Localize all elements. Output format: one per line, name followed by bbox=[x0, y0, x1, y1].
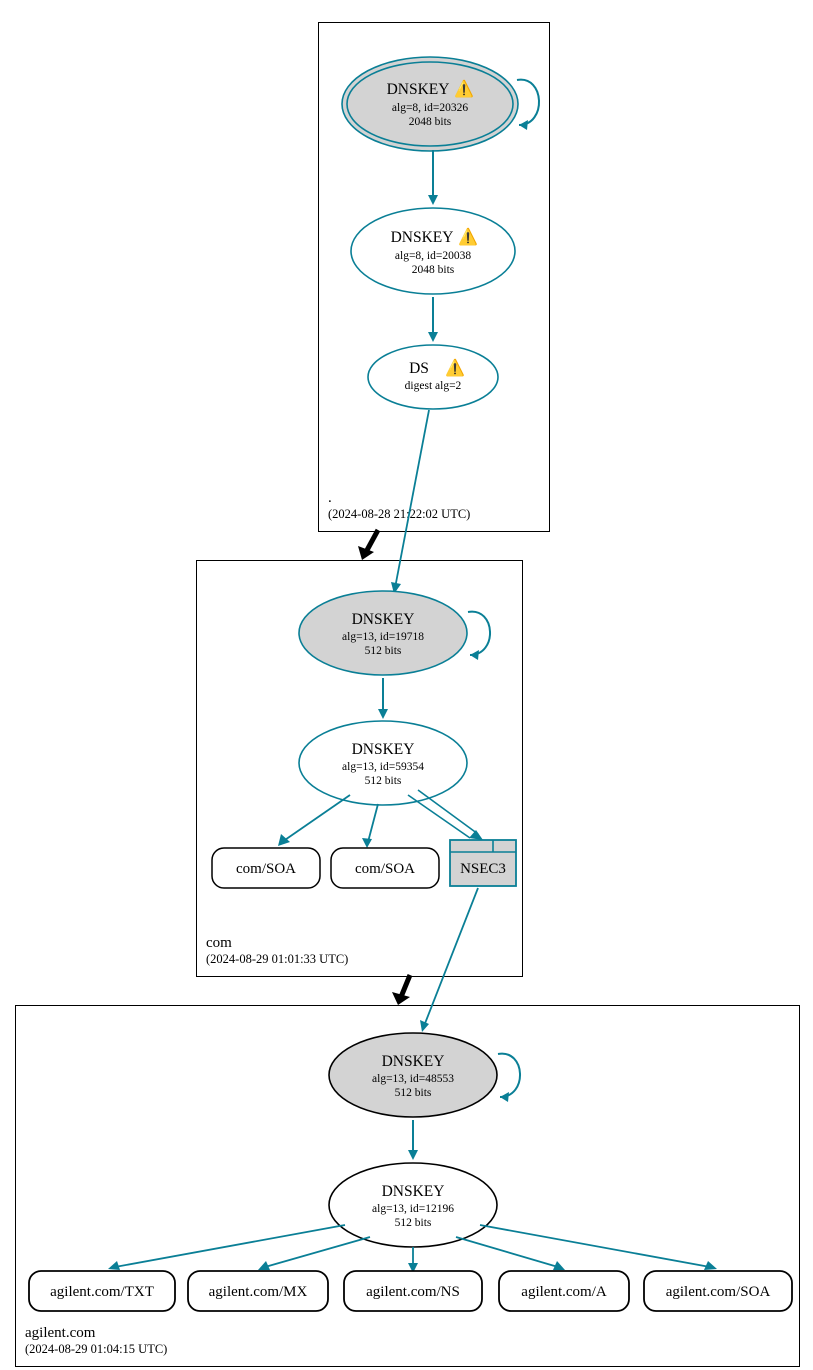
node-agilent-ksk: DNSKEY alg=13, id=48553 512 bits bbox=[326, 1030, 500, 1120]
edge-rootzsk-ds bbox=[426, 297, 440, 345]
node-agilent-ns: agilent.com/NS bbox=[343, 1270, 483, 1312]
node-com-nsec3: NSEC3 bbox=[449, 839, 519, 889]
edge-delegation-root-com bbox=[350, 530, 390, 568]
edge-nsec3-agilentksk bbox=[410, 888, 490, 1038]
zone-timestamp-agilent: (2024-08-29 01:04:15 UTC) bbox=[25, 1342, 167, 1357]
edge-ds-comksk bbox=[385, 410, 445, 600]
com-nsec3-label: NSEC3 bbox=[460, 861, 506, 877]
edge-comksk-comzsk bbox=[376, 678, 390, 723]
self-loop-com-ksk bbox=[458, 603, 506, 667]
edge-delegation-com-agilent bbox=[385, 975, 425, 1013]
self-loop-root-ksk bbox=[505, 70, 555, 140]
root-ds-line1: digest alg=2 bbox=[405, 380, 462, 392]
agilent-ksk-line1: alg=13, id=48553 bbox=[372, 1073, 454, 1085]
com-ksk-line2: 512 bits bbox=[365, 645, 402, 657]
edge-agilentksk-agilentzsk bbox=[406, 1120, 420, 1164]
agilent-ksk-title: DNSKEY bbox=[382, 1053, 445, 1070]
node-agilent-a: agilent.com/A bbox=[498, 1270, 630, 1312]
node-agilent-mx: agilent.com/MX bbox=[187, 1270, 329, 1312]
node-agilent-soa: agilent.com/SOA bbox=[643, 1270, 793, 1312]
root-zsk-title: DNSKEY bbox=[391, 229, 454, 246]
warning-icon: ⚠️ bbox=[454, 79, 474, 98]
node-com-ksk: DNSKEY alg=13, id=19718 512 bits bbox=[296, 588, 470, 678]
node-agilent-txt: agilent.com/TXT bbox=[28, 1270, 176, 1312]
zone-timestamp-com: (2024-08-29 01:01:33 UTC) bbox=[206, 952, 348, 967]
self-loop-agilent-ksk bbox=[488, 1045, 536, 1109]
warning-icon: ⚠️ bbox=[445, 358, 465, 377]
node-root-ds: DS ⚠️ digest alg=2 bbox=[365, 342, 501, 412]
com-zsk-line2: 512 bits bbox=[365, 775, 402, 787]
agilent-zsk-line1: alg=13, id=12196 bbox=[372, 1203, 454, 1215]
zone-label-agilent: agilent.com (2024-08-29 01:04:15 UTC) bbox=[25, 1325, 167, 1357]
zone-name-com: com bbox=[206, 935, 348, 952]
agilent-zsk-title: DNSKEY bbox=[382, 1183, 445, 1200]
root-zsk-line2: 2048 bits bbox=[412, 264, 455, 276]
root-ksk-line2: 2048 bits bbox=[409, 116, 452, 128]
com-soa2-label: com/SOA bbox=[355, 861, 415, 877]
root-zsk-line1: alg=8, id=20038 bbox=[395, 250, 471, 262]
com-soa1-label: com/SOA bbox=[236, 861, 296, 877]
com-ksk-line1: alg=13, id=19718 bbox=[342, 631, 424, 643]
agilent-ns-label: agilent.com/NS bbox=[366, 1284, 460, 1300]
node-com-soa1: com/SOA bbox=[211, 847, 321, 889]
warning-icon: ⚠️ bbox=[458, 227, 478, 246]
com-ksk-title: DNSKEY bbox=[352, 611, 415, 628]
agilent-txt-label: agilent.com/TXT bbox=[50, 1284, 154, 1300]
com-zsk-title: DNSKEY bbox=[352, 741, 415, 758]
agilent-soa-label: agilent.com/SOA bbox=[666, 1284, 771, 1300]
zone-name-agilent: agilent.com bbox=[25, 1325, 167, 1342]
root-ksk-line1: alg=8, id=20326 bbox=[392, 102, 468, 114]
node-com-soa2: com/SOA bbox=[330, 847, 440, 889]
zone-label-com: com (2024-08-29 01:01:33 UTC) bbox=[206, 935, 348, 967]
edge-rootksk-rootzsk bbox=[426, 150, 440, 210]
agilent-ksk-line2: 512 bits bbox=[395, 1087, 432, 1099]
root-ds-title: DS bbox=[409, 360, 429, 377]
agilent-mx-label: agilent.com/MX bbox=[209, 1284, 308, 1300]
root-ksk-title: DNSKEY bbox=[387, 81, 450, 98]
com-zsk-line1: alg=13, id=59354 bbox=[342, 761, 424, 773]
agilent-a-label: agilent.com/A bbox=[521, 1284, 607, 1300]
node-root-zsk: DNSKEY ⚠️ alg=8, id=20038 2048 bits bbox=[348, 205, 518, 297]
